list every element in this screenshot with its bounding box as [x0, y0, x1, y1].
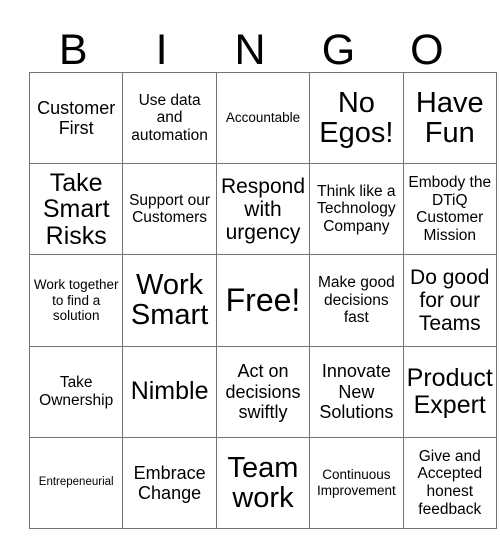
- bingo-cell-label: Act on decisions swiftly: [225, 361, 301, 422]
- bingo-cell-g4[interactable]: Innovate New Solutions: [309, 345, 404, 438]
- bingo-grid: Customer First Use data and automation A…: [28, 71, 497, 529]
- bingo-cell-label: Take Ownership: [39, 374, 114, 409]
- bingo-cell-label: Use data and automation: [131, 91, 208, 144]
- bingo-cell-b4[interactable]: Take Ownership: [28, 345, 124, 438]
- bingo-cell-label: Do good for our Teams: [410, 265, 490, 336]
- bingo-cell-i3[interactable]: Work Smart: [122, 254, 217, 347]
- bingo-cell-label: Have Fun: [415, 86, 484, 150]
- bingo-cell-g3[interactable]: Make good decisions fast: [309, 254, 404, 347]
- bingo-cell-b3[interactable]: Work together to find a solution: [28, 254, 124, 347]
- header-letter-g: G: [321, 26, 356, 74]
- bingo-cell-label: Make good decisions fast: [318, 273, 395, 327]
- bingo-card: B I N G O Customer First Use data and au…: [0, 0, 500, 544]
- bingo-cell-b2[interactable]: Take Smart Risks: [28, 163, 124, 256]
- bingo-cell-n2[interactable]: Respond with urgency: [215, 163, 311, 256]
- bingo-cell-label: Accountable: [225, 110, 301, 126]
- bingo-cell-label: Team work: [227, 451, 299, 514]
- bingo-cell-g5[interactable]: Continuous Improvement: [309, 436, 404, 529]
- bingo-cell-g1[interactable]: No Egos!: [309, 71, 404, 165]
- bingo-cell-label: Embrace Change: [133, 462, 206, 503]
- bingo-cell-label: Support our Customers: [129, 191, 211, 227]
- bingo-row: Take Smart Risks Support our Customers R…: [28, 163, 497, 256]
- header-letter-o: O: [410, 26, 444, 74]
- bingo-row: Customer First Use data and automation A…: [28, 71, 497, 165]
- bingo-row: Work together to find a solution Work Sm…: [28, 254, 497, 347]
- bingo-cell-g2[interactable]: Think like a Technology Company: [309, 163, 404, 256]
- bingo-cell-label: Think like a Technology Company: [317, 182, 396, 236]
- bingo-cell-o4[interactable]: Product Expert: [402, 345, 497, 438]
- bingo-cell-o1[interactable]: Have Fun: [402, 71, 497, 165]
- bingo-cell-label: Product Expert: [406, 364, 493, 419]
- bingo-cell-label: Entrepeneurial: [38, 476, 114, 489]
- bingo-cell-label: Continuous Improvement: [316, 467, 396, 498]
- bingo-cell-b1[interactable]: Customer First: [28, 71, 124, 165]
- bingo-cell-label: Embody the DTiQ Customer Mission: [408, 173, 492, 244]
- bingo-row: Entrepeneurial Embrace Change Team work …: [28, 436, 497, 529]
- bingo-cell-label: Respond with urgency: [220, 174, 305, 244]
- bingo-cell-i5[interactable]: Embrace Change: [122, 436, 217, 529]
- bingo-cell-i4[interactable]: Nimble: [122, 345, 217, 438]
- bingo-cell-o3[interactable]: Do good for our Teams: [402, 254, 497, 347]
- bingo-header: B I N G O: [29, 18, 471, 72]
- bingo-cell-b5[interactable]: Entrepeneurial: [28, 436, 124, 529]
- free-space-label: Free!: [225, 282, 301, 319]
- bingo-row: Take Ownership Nimble Act on decisions s…: [28, 345, 497, 438]
- header-letter-n: N: [234, 26, 266, 74]
- header-letter-i: I: [155, 26, 168, 74]
- bingo-cell-free-space[interactable]: Free!: [215, 254, 311, 347]
- bingo-cell-i2[interactable]: Support our Customers: [122, 163, 217, 256]
- bingo-cell-label: Innovate New Solutions: [319, 361, 394, 422]
- bingo-cell-label: Give and Accepted honest feedback: [417, 447, 483, 518]
- bingo-cell-o2[interactable]: Embody the DTiQ Customer Mission: [402, 163, 497, 256]
- bingo-cell-label: Work together to find a solution: [33, 276, 119, 324]
- bingo-cell-i1[interactable]: Use data and automation: [122, 71, 217, 165]
- bingo-cell-n1[interactable]: Accountable: [215, 71, 311, 165]
- bingo-cell-label: Nimble: [130, 377, 209, 406]
- bingo-cell-n5[interactable]: Team work: [215, 436, 311, 529]
- bingo-cell-label: No Egos!: [319, 86, 394, 150]
- bingo-cell-n4[interactable]: Act on decisions swiftly: [215, 345, 311, 438]
- bingo-cell-o5[interactable]: Give and Accepted honest feedback: [402, 436, 497, 529]
- bingo-cell-label: Work Smart: [130, 269, 209, 332]
- bingo-cell-label: Take Smart Risks: [42, 168, 110, 250]
- bingo-cell-label: Customer First: [37, 97, 116, 139]
- header-letter-b: B: [58, 26, 88, 74]
